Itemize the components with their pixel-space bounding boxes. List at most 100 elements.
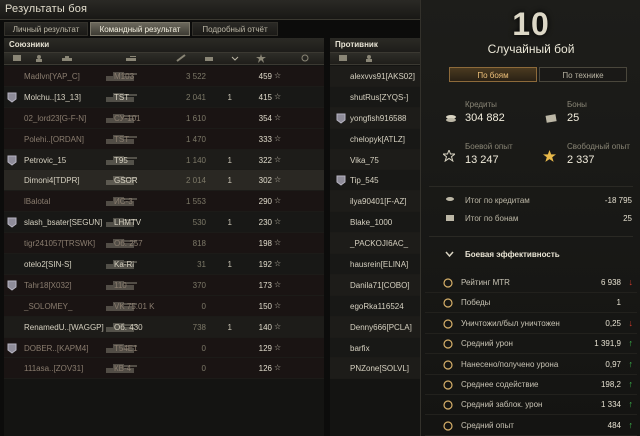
allies-list: Madlvn[YAP_C] M103 3 522 459 ☆ Molchu..[13_13…	[4, 66, 324, 380]
table-row[interactable]: Dimoni4[TDPR] GSOR 2 014 1 302 ☆	[4, 170, 324, 192]
enemies-column-header	[330, 52, 420, 65]
squad-badge-icon	[7, 238, 17, 249]
table-row[interactable]: DOBER..[KAPM4] T54E1 0 129 ☆	[4, 337, 324, 359]
player-name: PNZone[SOLVL]	[350, 364, 409, 374]
tank-name: Об. 257	[114, 239, 143, 249]
squad-badge-icon	[7, 363, 17, 374]
table-row[interactable]: yongfish916588	[330, 107, 420, 129]
table-row[interactable]: Molchu..[13_13] TST 2 041 1 415 ☆	[4, 86, 324, 108]
table-row[interactable]: Tahr18[X032] 110 370 173 ☆	[4, 274, 324, 296]
combat-xp-label: Боевой опыт	[465, 142, 513, 151]
table-row[interactable]: _SOLOMEY_ VK 75.01 K 0 150 ☆	[4, 295, 324, 317]
metric-icon	[443, 421, 453, 431]
player-name: barfix	[350, 343, 370, 353]
damage-value: 818	[192, 239, 206, 249]
star-icon: ☆	[274, 259, 282, 269]
table-row[interactable]: 02_lord23[G-F-N] СУ-101 1 610 354 ☆	[4, 107, 324, 129]
bonds-value: 25	[567, 112, 580, 124]
tank-name: M103	[114, 72, 135, 81]
player-name: Tip_545	[350, 176, 379, 186]
table-row[interactable]: hausrein[ELINA]	[330, 254, 420, 275]
squad-badge-icon	[336, 363, 346, 374]
tank-name: T95	[114, 155, 128, 165]
vehicle-column-icon[interactable]	[126, 54, 136, 63]
damage-value: 1 610	[185, 113, 206, 123]
table-row[interactable]: Polehi..[ORDAN] TST 1 470 333 ☆	[4, 128, 324, 150]
squad-badge-icon	[336, 343, 346, 354]
player-name: Denny666[PCLA]	[350, 322, 412, 332]
damage-value: 1 553	[185, 197, 206, 207]
squad-column-icon[interactable]	[338, 54, 348, 63]
kills-value: 1	[227, 322, 232, 332]
star-icon: ☆	[274, 196, 282, 206]
table-row[interactable]: chelopyk[ATLZ]	[330, 128, 420, 150]
player-name: Molchu..[13_13]	[24, 92, 81, 102]
tank-name: СУ-101	[114, 113, 141, 123]
table-row[interactable]: 111asa..[ZOV31] КВ-4 0 126 ☆	[4, 358, 324, 380]
tab-team-result[interactable]: Командный результат	[90, 22, 190, 36]
star-icon: ☆	[274, 342, 282, 352]
divider	[429, 186, 633, 187]
medal-column-icon[interactable]	[300, 54, 310, 63]
table-row[interactable]: egoRka116524	[330, 295, 420, 317]
player-name: hausrein[ELINA]	[350, 260, 409, 270]
table-row[interactable]: _PACKOJI6AC_	[330, 233, 420, 255]
table-row[interactable]: alexvvs91[AKS02]	[330, 66, 420, 87]
table-row[interactable]: lBalotal ИС-3 1 553 290 ☆	[4, 191, 324, 213]
table-row[interactable]: Tip_545	[330, 170, 420, 192]
tab-personal-result[interactable]: Личный результат	[4, 22, 88, 36]
player-name: RenamedU..[WAGGP]	[24, 322, 104, 332]
table-row[interactable]: otelo2[SIN-S] Ka-Ri 31 1 192 ☆	[4, 254, 324, 275]
squad-badge-icon	[336, 92, 346, 103]
subtab-by-battles[interactable]: По боям	[449, 67, 537, 82]
squad-badge-icon	[7, 155, 17, 166]
damage-value: 2 041	[185, 92, 206, 102]
table-row[interactable]: PNZone[SOLVL]	[330, 358, 420, 380]
star-icon: ☆	[274, 217, 282, 227]
metric-label: Средний опыт	[461, 420, 514, 430]
player-name: tigr241057[TRSWK]	[24, 239, 96, 249]
player-name: Blake_1000	[350, 218, 393, 228]
total-credits-value: -18 795	[604, 196, 632, 205]
table-row[interactable]: Vika_75	[330, 149, 420, 171]
star-icon: ☆	[274, 363, 282, 373]
table-row[interactable]: shutRus[ZYQS-]	[330, 86, 420, 108]
player-column-icon[interactable]	[34, 54, 44, 63]
star-icon: ☆	[274, 112, 282, 122]
table-row[interactable]: RenamedU..[WAGGP] Об. 430 738 1 140 ☆	[4, 316, 324, 338]
kills-column-icon[interactable]	[204, 54, 214, 63]
tank-column-icon[interactable]	[62, 54, 72, 63]
star-icon: ☆	[274, 321, 282, 331]
table-row[interactable]: Petrovic_15 T95 1 140 1 322 ☆	[4, 149, 324, 171]
metric-label: Рейтинг MTR	[461, 278, 510, 287]
star-icon: ☆	[274, 238, 282, 248]
sort-chevron-icon[interactable]	[230, 54, 240, 63]
table-row[interactable]: Danila71[COBO]	[330, 274, 420, 296]
tab-detailed-report[interactable]: Подробный отчёт	[192, 22, 278, 36]
table-row[interactable]: slash_bsater[SEGUN] LHMTV 530 1 230 ☆	[4, 212, 324, 234]
player-column-icon[interactable]	[364, 54, 374, 63]
tab-bar: Личный результат Командный результат Под…	[0, 20, 420, 36]
table-row[interactable]: Blake_1000	[330, 212, 420, 234]
metric-row: Победы 1	[425, 293, 637, 314]
table-row[interactable]: tigr241057[TRSWK] Об. 257 818 198 ☆	[4, 233, 324, 255]
bonds-label: Боны	[567, 100, 587, 109]
xp-column-icon[interactable]	[256, 54, 266, 63]
metric-value: 6 938	[600, 278, 621, 287]
subtab-by-vehicle[interactable]: По технике	[539, 67, 627, 82]
table-row[interactable]: Madlvn[YAP_C] M103 3 522 459 ☆	[4, 66, 324, 87]
squad-badge-icon	[336, 301, 346, 312]
trend-arrow-icon: ↓	[628, 317, 634, 328]
metric-row: Средний опыт 484 ↑	[425, 416, 637, 436]
chevron-down-icon[interactable]	[445, 251, 454, 257]
table-row[interactable]: Denny666[PCLA]	[330, 316, 420, 338]
free-xp-value: 2 337	[567, 154, 595, 166]
xp-value: 333	[258, 134, 272, 144]
table-row[interactable]: ilya90401[F-AZ]	[330, 191, 420, 213]
squad-badge-icon	[336, 238, 346, 249]
squad-column-icon[interactable]	[12, 54, 22, 63]
damage-column-icon[interactable]	[176, 54, 186, 63]
metric-row: Рейтинг MTR 6 938 ↓	[425, 273, 637, 293]
table-row[interactable]: barfix	[330, 337, 420, 359]
xp-value: 126	[258, 364, 272, 374]
